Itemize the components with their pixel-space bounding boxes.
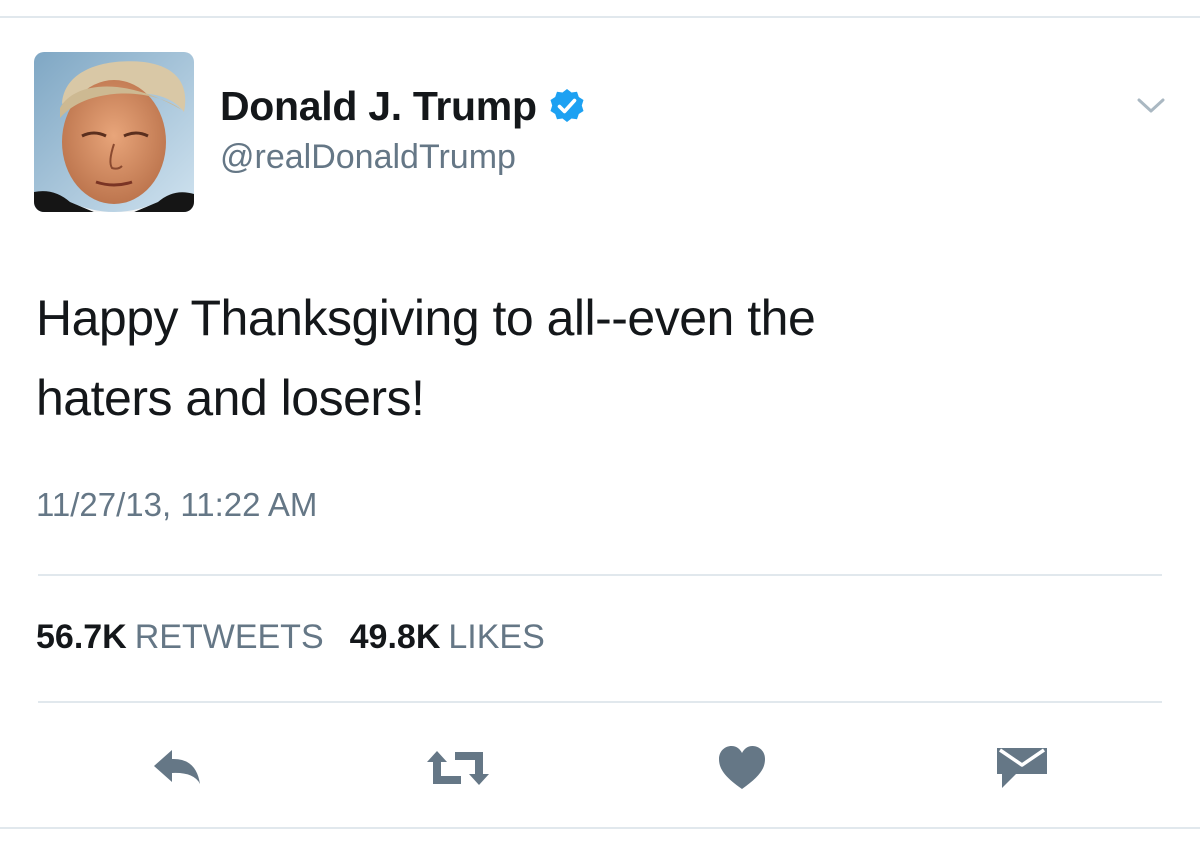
retweets-label[interactable]: RETWEETS (135, 618, 324, 657)
tweet-text-line: haters and losers! (36, 370, 425, 426)
tweet-detail: Donald J. Trump @realDonaldTrump Happy T… (0, 0, 1200, 845)
profile-photo-icon (34, 52, 194, 212)
top-border (0, 16, 1200, 18)
retweet-icon (427, 751, 489, 785)
divider (38, 574, 1162, 576)
direct-message-button[interactable] (992, 742, 1052, 794)
reply-icon (154, 750, 200, 784)
likes-count[interactable]: 49.8K (350, 618, 441, 657)
author-name-row[interactable]: Donald J. Trump (220, 80, 585, 132)
avatar[interactable] (34, 52, 194, 212)
direct-message-icon (997, 748, 1047, 788)
retweet-button[interactable] (420, 742, 496, 794)
tweet-timestamp: 11/27/13, 11:22 AM (36, 486, 318, 523)
like-icon (719, 746, 765, 789)
reply-button[interactable] (148, 742, 208, 794)
likes-label[interactable]: LIKES (448, 618, 544, 657)
tweet-text: Happy Thanksgiving to all--even the hate… (36, 278, 1166, 438)
divider (38, 701, 1162, 703)
like-button[interactable] (712, 742, 772, 794)
tweet-stats: 56.7K RETWEETS 49.8K LIKES (36, 618, 571, 657)
chevron-down-icon[interactable] (1136, 96, 1166, 116)
author-name[interactable]: Donald J. Trump (220, 83, 537, 130)
author-handle[interactable]: @realDonaldTrump (220, 138, 516, 177)
tweet-text-line: Happy Thanksgiving to all--even the (36, 290, 816, 346)
bottom-border (0, 827, 1200, 829)
verified-badge-icon (549, 88, 585, 124)
retweets-count[interactable]: 56.7K (36, 618, 127, 657)
